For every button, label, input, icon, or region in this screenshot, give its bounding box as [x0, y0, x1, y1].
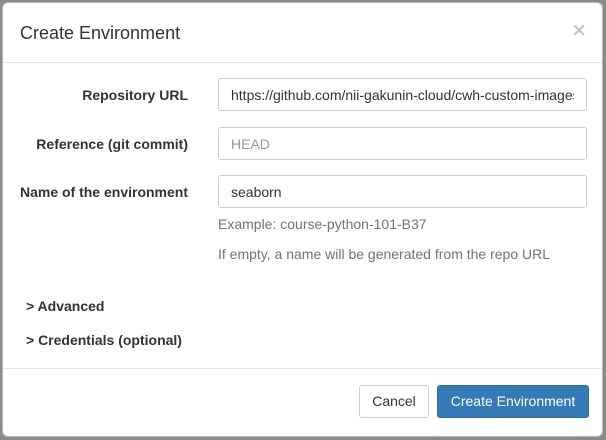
dialog-title: Create Environment	[20, 23, 181, 43]
advanced-toggle[interactable]: > Advanced	[26, 297, 104, 315]
cancel-button[interactable]: Cancel	[359, 385, 429, 418]
dialog-header: Create Environment ×	[3, 3, 602, 63]
credentials-toggle[interactable]: > Credentials (optional)	[26, 331, 182, 349]
create-environment-button[interactable]: Create Environment	[437, 385, 589, 418]
repository-url-label: Repository URL	[82, 87, 188, 103]
environment-name-help: If empty, a name will be generated from …	[218, 246, 551, 262]
dialog-footer: Cancel Create Environment	[3, 368, 602, 436]
close-icon[interactable]: ×	[571, 20, 587, 40]
reference-input[interactable]	[218, 127, 587, 160]
repository-url-input[interactable]	[218, 78, 587, 111]
reference-label: Reference (git commit)	[36, 136, 188, 152]
environment-name-input[interactable]	[218, 175, 587, 208]
environment-name-label: Name of the environment	[19, 184, 188, 200]
create-environment-dialog: Create Environment × Repository URL Refe…	[2, 2, 603, 437]
environment-name-example: Example: course-python-101-B37	[218, 216, 427, 232]
